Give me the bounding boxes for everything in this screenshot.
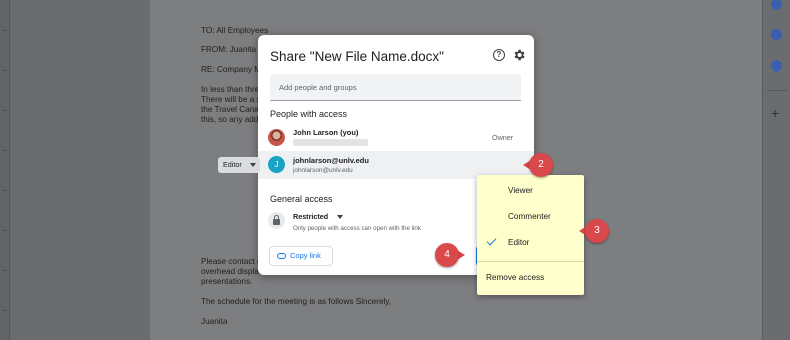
doc-line: The schedule for the meeting is as follo… (201, 297, 392, 306)
divider (767, 90, 787, 91)
vertical-ruler (0, 0, 10, 340)
access-level-label: Restricted (293, 212, 329, 221)
redacted-email (293, 139, 368, 146)
doc-line: overhead displa (201, 267, 259, 276)
doc-line: TO: All Employees (201, 26, 269, 35)
maps-icon[interactable] (768, 57, 785, 74)
access-description: Only people with access can open with th… (293, 225, 421, 232)
doc-line: RE: Company M (201, 65, 262, 74)
doc-line: this, so any add (201, 115, 259, 124)
people-with-access-heading: People with access (270, 109, 348, 119)
help-icon[interactable]: ? (493, 49, 505, 61)
contacts-icon[interactable] (771, 29, 782, 40)
doc-line: Juanita (201, 317, 228, 326)
general-access-dropdown[interactable]: Restricted (293, 212, 343, 221)
gear-icon[interactable] (512, 48, 526, 62)
role-dropdown[interactable]: Editor (218, 157, 260, 173)
side-panel-rail: + (762, 0, 790, 340)
doc-line: FROM: Juanita (201, 45, 257, 54)
doc-line: Please contact o (201, 257, 262, 266)
person-name: John Larson (you) (293, 128, 359, 137)
dialog-title: Share "New File Name.docx" (270, 49, 444, 64)
add-addon-icon[interactable]: + (771, 106, 779, 120)
add-people-input[interactable] (270, 74, 521, 101)
owner-role-label: Owner (492, 133, 514, 142)
doc-line: There will be a s (201, 95, 261, 104)
copy-link-button[interactable]: Copy link (269, 246, 333, 266)
person-email: johnlarson@unlv.edu (293, 167, 353, 174)
role-menu: Viewer Commenter Editor Remove access (477, 175, 584, 295)
callout-2: 2 (523, 153, 555, 177)
role-label: Editor (223, 160, 242, 169)
doc-line: In less than thre (201, 85, 260, 94)
chevron-down-icon (250, 163, 256, 167)
menu-item-viewer[interactable]: Viewer (477, 180, 584, 202)
callout-4: 4 (435, 243, 465, 267)
menu-item-commenter[interactable]: Commenter (477, 206, 584, 228)
general-access-heading: General access (270, 194, 333, 204)
tasks-icon[interactable] (771, 0, 782, 10)
doc-line: presentations. (201, 277, 253, 286)
menu-item-label: Editor (508, 238, 530, 247)
callout-3: 3 (579, 219, 611, 243)
copy-link-label: Copy link (290, 251, 321, 260)
menu-item-editor[interactable]: Editor (477, 232, 584, 254)
chevron-down-icon (337, 215, 343, 219)
check-icon (486, 235, 497, 246)
lock-icon (268, 212, 285, 229)
avatar (268, 129, 285, 146)
menu-item-remove-access[interactable]: Remove access (477, 267, 584, 289)
person-name: johnlarson@unlv.edu (293, 156, 369, 165)
doc-line: the Travel Cana (201, 105, 259, 114)
link-icon (277, 253, 286, 259)
avatar: J (268, 156, 285, 173)
menu-divider (477, 261, 584, 262)
